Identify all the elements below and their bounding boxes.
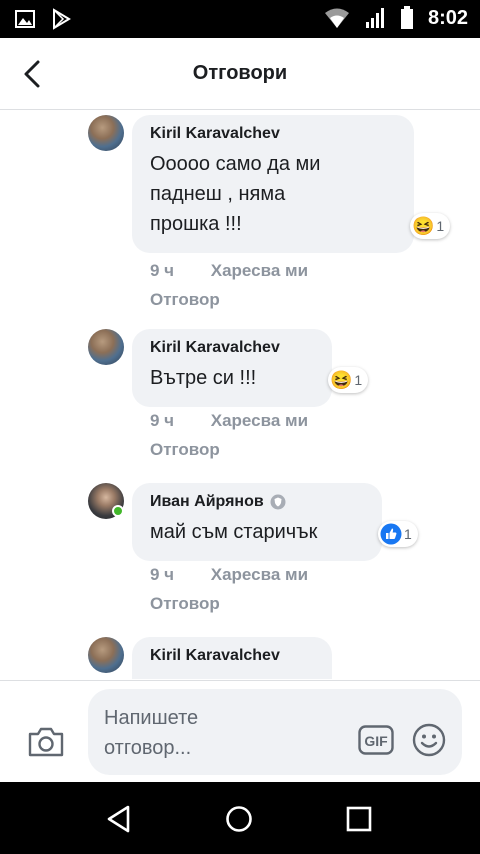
reply-input[interactable]: Напишете отговор... GIF [88,689,462,775]
comment-author[interactable]: Иван Айрянов [150,493,366,511]
reaction-count: 1 [354,372,363,388]
haha-reaction-icon: 😆 [412,215,435,236]
comment-time: 9 ч [150,261,175,280]
comment-text: май съм старичък [150,521,318,543]
gif-button[interactable]: GIF [358,725,394,755]
comment-bubble[interactable]: Kiril Karavalchev Вътре си !!! [132,329,332,407]
like-link[interactable]: Харесва ми [211,565,308,584]
reaction-badge[interactable]: 1 [378,521,418,547]
reply-link[interactable]: Отговор [150,594,220,614]
nav-recent-apps-icon[interactable] [346,806,372,832]
nav-back-icon[interactable] [104,804,134,834]
nav-home-icon[interactable] [224,804,254,834]
comments-list: Kiril Karavalchev Ооооо само да ми падне… [0,111,480,679]
comment-actions: 9 ч Харесва ми [150,411,308,431]
emoji-button[interactable] [412,723,446,757]
comment-bubble[interactable]: Kiril Karavalchev [132,637,332,679]
comment-author[interactable]: Kiril Karavalchev [150,647,316,665]
reply-link[interactable]: Отговор [150,440,220,460]
reaction-badge[interactable]: 😆 1 [328,367,369,393]
comment-author[interactable]: Kiril Karavalchev [150,339,316,357]
wifi-icon [324,8,349,28]
signal-icon [365,8,384,28]
avatar[interactable] [88,115,124,151]
comment-bubble[interactable]: Kiril Karavalchev Ооооо само да ми падне… [132,115,414,253]
page-title: Отговори [192,62,288,84]
svg-text:GIF: GIF [364,733,388,749]
comment-time: 9 ч [150,411,175,430]
like-link[interactable]: Харесва ми [211,411,308,430]
play-store-icon [53,8,71,30]
reply-composer: Напишете отговор... GIF [0,680,480,782]
header: Отговори [0,38,480,110]
gallery-icon [15,10,35,28]
comment-text: Ооооо само да ми паднеш , няма прошка !!… [150,153,321,235]
gif-icon: GIF [358,725,394,755]
smiley-icon [412,723,446,757]
reaction-badge[interactable]: 😆 1 [410,213,451,239]
shield-badge-icon [270,494,286,510]
like-reaction-icon [380,523,402,545]
reaction-count: 1 [436,218,445,234]
online-status-dot [112,505,124,517]
clock: 8:02 [427,6,468,29]
camera-icon[interactable] [26,725,66,759]
haha-reaction-icon: 😆 [330,369,353,390]
status-bar: 8:02 [0,0,480,38]
comment-time: 9 ч [150,565,175,584]
comment-actions: 9 ч Харесва ми [150,261,308,281]
reply-placeholder: Напишете отговор... [104,707,199,759]
comment-bubble[interactable]: Иван Айрянов май съм старичък [132,483,382,561]
android-nav-bar [0,782,480,854]
avatar[interactable] [88,329,124,365]
like-link[interactable]: Харесва ми [211,261,308,280]
avatar[interactable] [88,637,124,673]
reply-link[interactable]: Отговор [150,290,220,310]
comment-actions: 9 ч Харесва ми [150,565,308,585]
comment-author[interactable]: Kiril Karavalchev [150,125,398,143]
comment-text: Вътре си !!! [150,367,257,389]
reaction-count: 1 [404,526,412,542]
battery-icon [400,6,413,29]
